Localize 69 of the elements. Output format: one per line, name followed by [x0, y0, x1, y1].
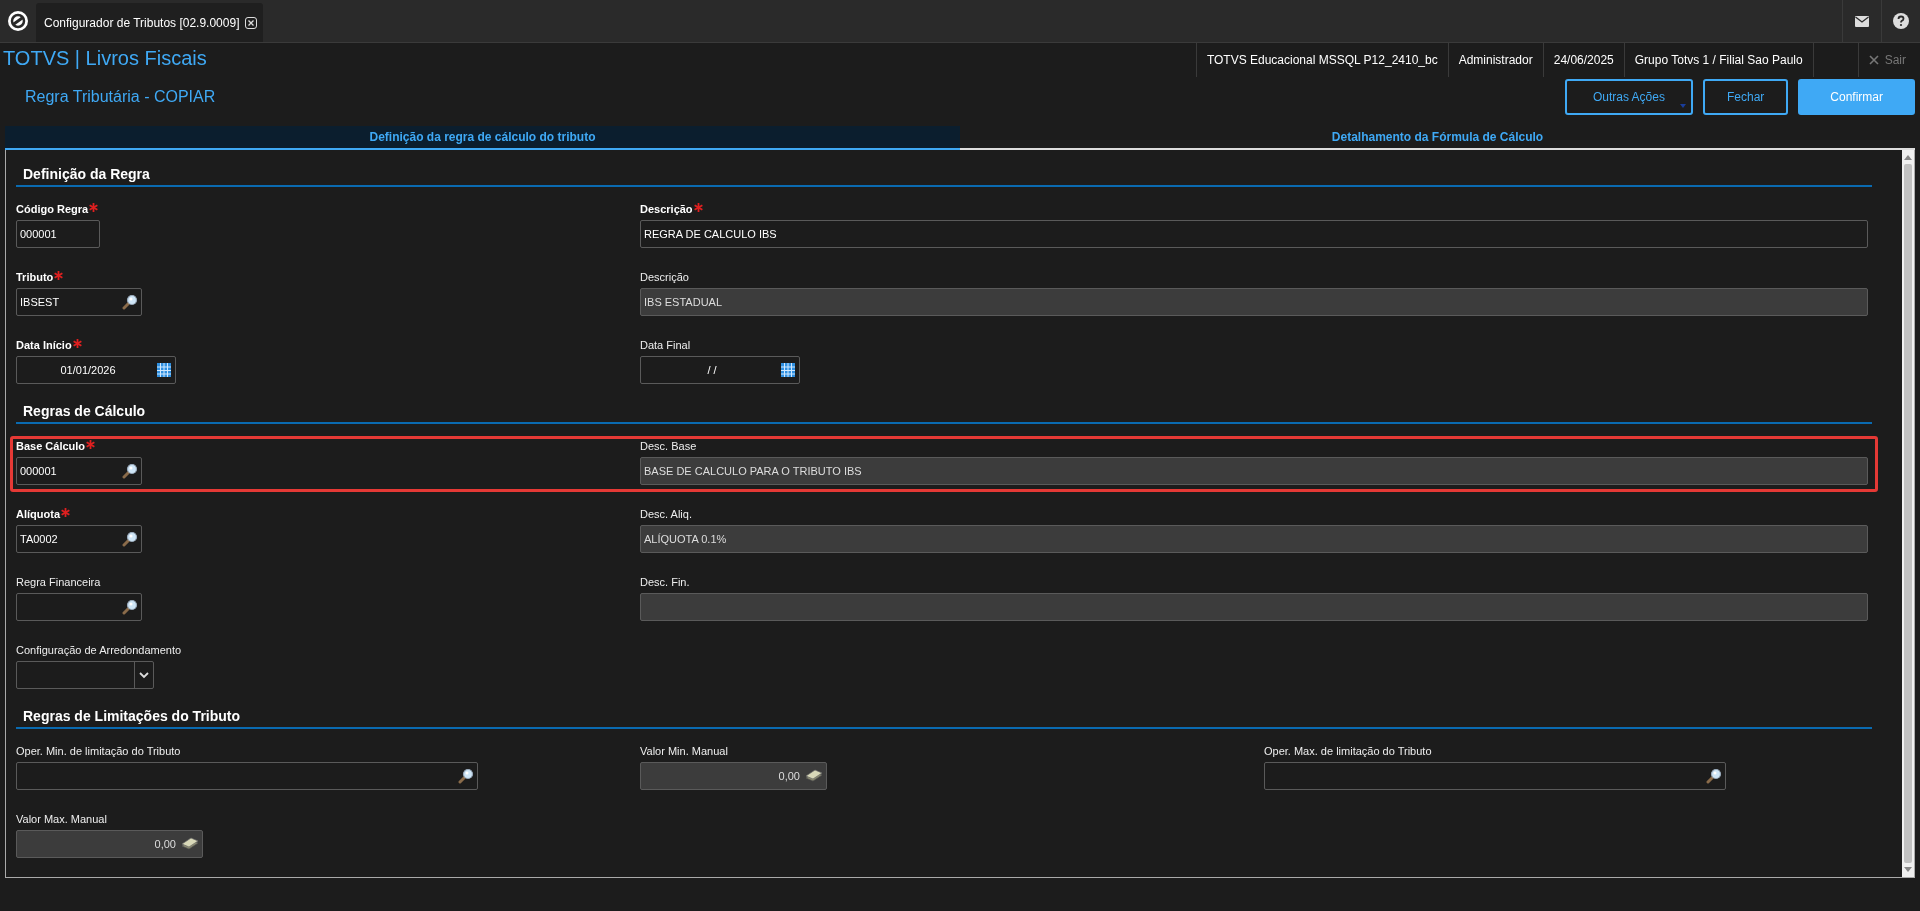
magnifier-icon[interactable] — [122, 463, 138, 479]
field-label: Desc. Aliq. — [640, 508, 692, 520]
field-label: Código Regra — [16, 203, 89, 215]
field-label: Data Final — [640, 339, 691, 351]
scrollbar[interactable] — [1902, 150, 1914, 877]
close-icon[interactable] — [245, 16, 258, 29]
input-field[interactable]: 0,00 — [640, 762, 827, 790]
app-title: TOTVS | Livros Fiscais — [2, 46, 207, 71]
asterisk-icon — [72, 339, 82, 348]
calendar-icon[interactable] — [780, 362, 796, 378]
chevron-down-icon — [138, 669, 150, 681]
field-label: Descrição — [640, 271, 689, 283]
close-icon — [1868, 55, 1879, 65]
input-field[interactable]: IBSEST — [16, 288, 142, 316]
input-field[interactable] — [16, 593, 142, 621]
magnifier-icon[interactable] — [1706, 768, 1722, 784]
field-label: Descrição — [640, 203, 693, 215]
banknote-icon — [805, 769, 823, 783]
asterisk-icon — [89, 203, 99, 212]
field-label: Data Início — [16, 339, 72, 351]
field-label: Tributo — [16, 271, 54, 283]
dropdown-field[interactable] — [16, 661, 154, 689]
field-label: Oper. Min. de limitação do Tributo — [16, 745, 181, 757]
logo-icon[interactable] — [7, 10, 29, 32]
date-field[interactable]: 01/01/2026 — [16, 356, 176, 384]
input-field[interactable]: BASE DE CALCULO PARA O TRIBUTO IBS — [640, 457, 1868, 485]
asterisk-icon — [693, 203, 703, 212]
input-field[interactable] — [1264, 762, 1726, 790]
field-label: Desc. Fin. — [640, 576, 690, 588]
input-field[interactable] — [640, 593, 1868, 621]
input-field[interactable]: IBS ESTADUAL — [640, 288, 1868, 316]
action-button[interactable]: Outras Ações — [1564, 79, 1693, 116]
field-label: Desc. Base — [640, 440, 697, 452]
calendar-icon[interactable] — [156, 362, 172, 378]
input-field[interactable]: ALÍQUOTA 0.1% — [640, 525, 1868, 553]
caret-icon — [1679, 104, 1686, 109]
input-field[interactable]: 0,00 — [16, 830, 203, 858]
app-tab[interactable]: Configurador de Tributos [02.9.0009] — [36, 3, 264, 42]
input-field[interactable]: TA0002 — [16, 525, 142, 553]
magnifier-icon[interactable] — [122, 599, 138, 615]
input-field[interactable]: 000001 — [16, 220, 100, 248]
magnifier-icon[interactable] — [122, 531, 138, 547]
scroll-down-icon[interactable] — [1903, 866, 1913, 874]
mail-icon[interactable] — [1855, 15, 1869, 27]
section-title: Definição da Regra — [16, 166, 1872, 187]
field-label: Valor Max. Manual — [16, 813, 107, 825]
asterisk-icon — [54, 271, 64, 280]
scroll-up-icon[interactable] — [1903, 153, 1913, 161]
field-label: Oper. Max. de limitação do Tributo — [1264, 745, 1432, 757]
section-title: Regras de Cálculo — [16, 403, 1872, 424]
field-label: Configuração de Arredondamento — [16, 644, 182, 656]
input-field[interactable]: REGRA DE CALCULO IBS — [640, 220, 1868, 248]
date-field[interactable]: / / — [640, 356, 800, 384]
action-button[interactable]: Fechar — [1702, 79, 1789, 116]
field-label: Alíquota — [16, 508, 60, 520]
asterisk-icon — [86, 440, 96, 449]
field-label: Valor Min. Manual — [640, 745, 728, 757]
asterisk-icon — [61, 508, 70, 517]
input-field[interactable] — [16, 762, 478, 790]
section-title: Regras de Limitações do Tributo — [16, 708, 1872, 729]
magnifier-icon[interactable] — [122, 294, 138, 310]
page-title: Regra Tributária - COPIAR — [25, 88, 217, 107]
input-field[interactable]: 000001 — [16, 457, 142, 485]
magnifier-icon[interactable] — [458, 768, 474, 784]
field-label: Base Cálculo — [16, 440, 86, 452]
banknote-icon — [181, 837, 199, 851]
field-label: Regra Financeira — [16, 576, 101, 588]
tab[interactable]: Definição da regra de cálculo do tributo — [5, 125, 960, 150]
help-icon[interactable] — [1893, 13, 1909, 29]
